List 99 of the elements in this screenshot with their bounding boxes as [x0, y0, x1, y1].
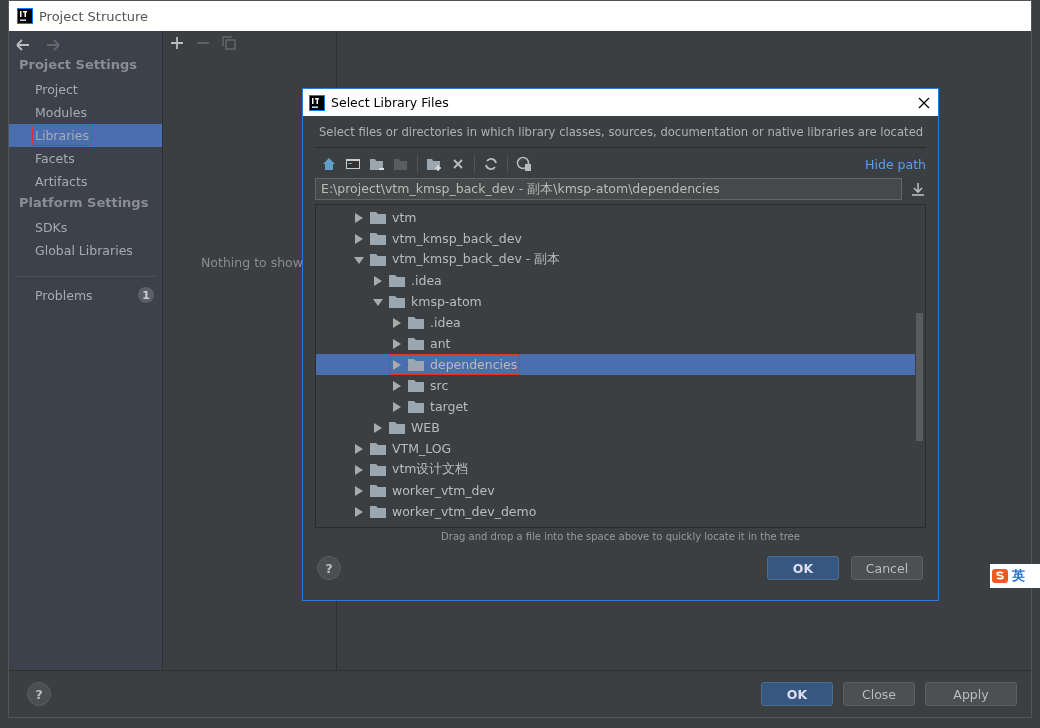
problems-item[interactable]: Problems	[35, 287, 93, 303]
tree-row[interactable]: WEB	[316, 417, 915, 438]
folder-icon	[389, 295, 405, 308]
ime-mode: 英	[1012, 567, 1025, 585]
scrollbar-thumb[interactable]	[916, 313, 923, 441]
tree-row[interactable]: ant	[316, 333, 915, 354]
folder-icon	[370, 484, 386, 497]
collapsed-arrow-icon[interactable]	[354, 233, 364, 244]
app-logo-icon	[17, 8, 33, 24]
help-button[interactable]: ?	[27, 682, 51, 706]
folder-icon	[393, 156, 409, 172]
sidebar-item[interactable]: Artifacts	[9, 170, 162, 193]
tree-row[interactable]: target	[316, 396, 915, 417]
section-title: Project Settings	[18, 56, 138, 74]
collapsed-arrow-icon[interactable]	[392, 338, 402, 349]
folder-name: .idea	[430, 315, 461, 330]
folder-icon	[408, 400, 424, 413]
folder-name: kmsp-atom	[411, 294, 482, 309]
collapsed-arrow-icon[interactable]	[373, 422, 383, 433]
folder-icon	[370, 442, 386, 455]
ime-logo-icon	[992, 568, 1008, 584]
help-button[interactable]: ?	[317, 556, 341, 580]
folder-name: vtm设计文档	[392, 461, 469, 478]
drag-drop-hint: Drag and drop a file into the space above to quickly locate it in the tree	[440, 530, 801, 542]
dialog-button[interactable]: OK	[767, 556, 839, 580]
dialog-button[interactable]: Cancel	[851, 556, 923, 580]
expanded-arrow-icon[interactable]	[354, 254, 364, 265]
tree-row[interactable]: vtm_kmsp_back_dev - 副本	[316, 249, 915, 270]
folder-name: vtm	[392, 210, 417, 225]
tree-row[interactable]: vtm设计文档	[316, 459, 915, 480]
show-hidden-icon[interactable]	[516, 156, 532, 172]
folder-name: worker_vtm_dev	[392, 483, 495, 498]
sidebar-item[interactable]: Modules	[9, 101, 162, 124]
folder-icon	[389, 421, 405, 434]
problem-count: 1	[138, 287, 154, 303]
ime-indicator[interactable]: 英	[990, 564, 1040, 588]
refresh-icon[interactable]	[483, 156, 499, 172]
collapsed-arrow-icon[interactable]	[354, 506, 364, 517]
sidebar-item[interactable]: Facets	[9, 147, 162, 170]
add-icon[interactable]	[169, 35, 185, 51]
folder-name: vtm_kmsp_back_dev - 副本	[392, 251, 561, 268]
folder-name: .idea	[411, 273, 442, 288]
dialog-button[interactable]: OK	[761, 682, 833, 706]
tree-row[interactable]: dependencies	[316, 354, 915, 375]
dialog-title: Select Library Files	[331, 95, 449, 110]
desktop-icon[interactable]	[345, 156, 361, 172]
folder-icon	[370, 505, 386, 518]
folder-name: target	[430, 399, 468, 414]
folder-name: src	[430, 378, 449, 393]
new-folder-icon[interactable]	[426, 156, 442, 172]
empty-message: Nothing to show	[200, 255, 304, 270]
tree-row[interactable]: src	[316, 375, 915, 396]
sidebar-item[interactable]: Project	[9, 78, 162, 101]
folder-icon	[370, 232, 386, 245]
collapsed-arrow-icon[interactable]	[354, 212, 364, 223]
window-title: Project Structure	[39, 8, 149, 24]
collapsed-arrow-icon[interactable]	[354, 464, 364, 475]
path-field[interactable]: E:\project\vtm_kmsp_back_dev - 副本\kmsp-atom\dependencies	[315, 178, 902, 200]
folder-icon[interactable]	[369, 156, 385, 172]
download-icon[interactable]	[910, 181, 926, 197]
folder-name: worker_vtm_dev_demo	[392, 504, 537, 519]
tree-row[interactable]: worker_vtm_dev	[316, 480, 915, 501]
folder-icon	[408, 316, 424, 329]
sidebar-item[interactable]: SDKs	[9, 216, 162, 239]
collapsed-arrow-icon[interactable]	[354, 485, 364, 496]
tree-row[interactable]: worker_vtm_dev_demo	[316, 501, 915, 522]
folder-name: WEB	[411, 420, 440, 435]
collapsed-arrow-icon[interactable]	[392, 380, 402, 391]
sidebar-item[interactable]: Global Libraries	[9, 239, 162, 262]
folder-icon	[408, 358, 424, 371]
folder-icon	[408, 337, 424, 350]
folder-icon	[370, 211, 386, 224]
back-arrow-icon[interactable]	[15, 37, 31, 53]
tree-row[interactable]: VTM_LOG	[316, 438, 915, 459]
tree-row[interactable]: .idea	[316, 312, 915, 333]
app-logo-icon	[309, 94, 325, 111]
expanded-arrow-icon[interactable]	[373, 296, 383, 307]
tree-row[interactable]: vtm	[316, 207, 915, 228]
tree-row[interactable]: vtm_kmsp_back_dev	[316, 228, 915, 249]
folder-icon	[370, 253, 386, 266]
tree-row[interactable]: .idea	[316, 270, 915, 291]
folder-icon	[389, 274, 405, 287]
dialog-description: Select files or directories in which library classes, sources, documentation or native libraries are located	[319, 125, 924, 139]
folder-name: ant	[430, 336, 451, 351]
collapsed-arrow-icon[interactable]	[373, 275, 383, 286]
dialog-button[interactable]: Close	[843, 682, 915, 706]
folder-name: VTM_LOG	[392, 441, 452, 456]
folder-icon	[370, 463, 386, 476]
collapsed-arrow-icon[interactable]	[354, 443, 364, 454]
section-title: Platform Settings	[18, 194, 150, 212]
folder-icon	[408, 379, 424, 392]
hide-path-link[interactable]: Hide path	[865, 156, 926, 172]
folder-name: vtm_kmsp_back_dev	[392, 231, 522, 246]
collapsed-arrow-icon[interactable]	[392, 401, 402, 412]
folder-name: dependencies	[430, 357, 518, 372]
tree-row[interactable]: kmsp-atom	[316, 291, 915, 312]
collapsed-arrow-icon[interactable]	[392, 317, 402, 328]
dialog-button[interactable]: Apply	[925, 682, 1017, 706]
home-icon[interactable]	[321, 156, 337, 172]
